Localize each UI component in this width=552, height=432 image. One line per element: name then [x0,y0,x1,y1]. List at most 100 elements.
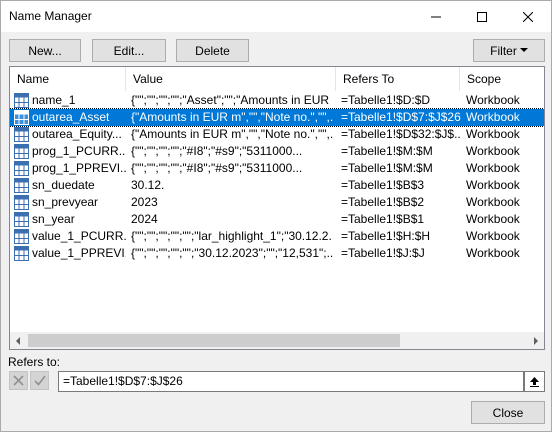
row-scope: Workbook [466,229,520,243]
row-value: {"Amounts in EUR m","","Note no.","",... [131,127,333,141]
row-scope: Workbook [466,195,520,209]
maximize-icon [477,11,487,22]
minimize-button[interactable] [413,1,459,32]
delete-button-label: Delete [195,43,230,58]
title-bar: Name Manager [1,1,551,32]
row-scope: Workbook [466,246,520,260]
row-name: sn_duedate [32,178,95,192]
cancel-edit-button[interactable] [9,371,28,390]
row-value: {"";"";"";"";"";"lar_highlight_1";"30.12… [131,229,333,243]
table-row[interactable]: sn_year 2024 =Tabelle1!$B$1 Workbook [10,211,544,228]
list-rows: name_1 {"";"";"";"";"Asset";"";"Amounts i… [10,92,544,262]
name-range-icon [14,195,29,210]
name-range-icon [14,144,29,159]
collapse-dialog-icon [530,377,539,387]
row-value: 2023 [131,195,158,209]
table-row[interactable]: outarea_Equity... {"Amounts in EUR m","",… [10,126,544,143]
column-header-name[interactable]: Name [10,67,126,91]
row-refers-to: =Tabelle1!$D:$D [341,93,431,107]
row-refers-to: =Tabelle1!$B$1 [341,212,425,226]
name-range-icon [14,178,29,193]
row-refers-to: =Tabelle1!$H:$H [341,229,431,243]
row-refers-to: =Tabelle1!$B$2 [341,195,425,209]
close-button-label: Close [492,405,524,420]
horizontal-scrollbar[interactable] [10,332,544,349]
scroll-left-icon [16,336,20,345]
new-button[interactable]: New... [9,39,81,62]
row-name: value_1_PCURR... [32,229,126,243]
row-name: outarea_Asset [32,110,110,124]
column-header-value[interactable]: Value [126,67,336,91]
name-range-icon [14,127,29,142]
edit-button-label: Edit... [113,43,145,58]
row-scope: Workbook [466,93,520,107]
table-row[interactable]: prog_1_PPREVI... {"";"";"";"";"#I8";"#s9"… [10,160,544,177]
row-name: sn_year [32,212,75,226]
row-refers-to: =Tabelle1!$M:$M [341,144,433,158]
names-list[interactable]: Name Value Refers To Scope name_1 {"";"";… [9,66,545,350]
row-scope: Workbook [466,127,520,141]
close-window-button[interactable] [505,1,551,32]
column-header-refers-to[interactable]: Refers To [336,67,460,91]
scroll-left-button[interactable] [10,332,27,349]
refers-to-label: Refers to: [8,355,61,369]
row-refers-to: =Tabelle1!$B$3 [341,178,425,192]
row-name: name_1 [32,93,76,107]
table-row[interactable]: prog_1_PCURR... {"";"";"";"";"#I8";"#s9";… [10,143,544,160]
table-row[interactable]: value_1_PPREVI... {"";"";"";"";"";"30.12.… [10,245,544,262]
column-header-scope[interactable]: Scope [460,67,544,91]
row-refers-to: =Tabelle1!$M:$M [341,161,433,175]
row-name: prog_1_PPREVI... [32,161,126,175]
name-range-icon [14,161,29,176]
row-name: value_1_PPREVI... [32,246,126,260]
name-range-icon [14,246,29,261]
row-scope: Workbook [466,161,520,175]
table-row[interactable]: name_1 {"";"";"";"";"Asset";"";"Amounts i… [10,92,544,109]
row-name: prog_1_PCURR... [32,144,126,158]
name-range-icon [14,110,29,125]
new-button-label: New... [28,43,62,58]
row-value: {"";"";"";"";"#I8";"#s9";"5311000... [131,144,303,158]
row-name: sn_prevyear [32,195,99,209]
minimize-icon [431,16,441,17]
filter-button[interactable]: Filter [473,39,545,62]
close-button[interactable]: Close [471,401,545,424]
table-row[interactable]: sn_duedate 30.12. =Tabelle1!$B$3 Workbook [10,177,544,194]
cancel-x-icon [13,375,24,386]
row-value: {"";"";"";"";"";"30.12.2023";"";"12,531"… [131,246,333,260]
row-refers-to: =Tabelle1!$D$32:$J$... [341,127,461,141]
row-scope: Workbook [466,178,520,192]
edit-button[interactable]: Edit... [92,39,166,62]
scroll-right-icon [534,336,538,345]
row-value: 2024 [131,212,158,226]
row-refers-to: =Tabelle1!$D$7:$J$26 [341,110,461,124]
scroll-right-button[interactable] [527,332,544,349]
name-range-icon [14,93,29,108]
table-row[interactable]: outarea_Asset {"Amounts in EUR m","","Not… [10,108,544,127]
row-name: outarea_Equity... [32,127,122,141]
filter-button-label: Filter [490,43,517,58]
table-row[interactable]: sn_prevyear 2023 =Tabelle1!$B$2 Workbook [10,194,544,211]
collapse-dialog-button[interactable] [524,371,545,392]
row-scope: Workbook [466,110,520,124]
scrollbar-thumb[interactable] [28,334,400,347]
name-manager-dialog: Name Manager New... Edit... Delete Filte… [0,0,552,432]
refers-to-field[interactable]: =Tabelle1!$D$7:$J$26 [58,371,524,392]
window-title: Name Manager [9,9,92,23]
delete-button[interactable]: Delete [176,39,249,62]
list-header: Name Value Refers To Scope [10,67,544,91]
row-scope: Workbook [466,212,520,226]
name-range-icon [14,229,29,244]
confirm-check-icon [33,375,46,386]
dropdown-arrow-icon [519,48,528,52]
close-icon [523,11,533,22]
row-value: {"Amounts in EUR m","","Note no.","",... [131,110,333,124]
name-range-icon [14,212,29,227]
row-value: {"";"";"";"";"Asset";"";"Amounts in EUR … [131,93,333,107]
row-value: {"";"";"";"";"#I8";"#s9";"5311000... [131,161,303,175]
confirm-edit-button[interactable] [30,371,49,390]
row-value: 30.12. [131,178,165,192]
maximize-button[interactable] [459,1,505,32]
table-row[interactable]: value_1_PCURR... {"";"";"";"";"";"lar_hig… [10,228,544,245]
row-scope: Workbook [466,144,520,158]
